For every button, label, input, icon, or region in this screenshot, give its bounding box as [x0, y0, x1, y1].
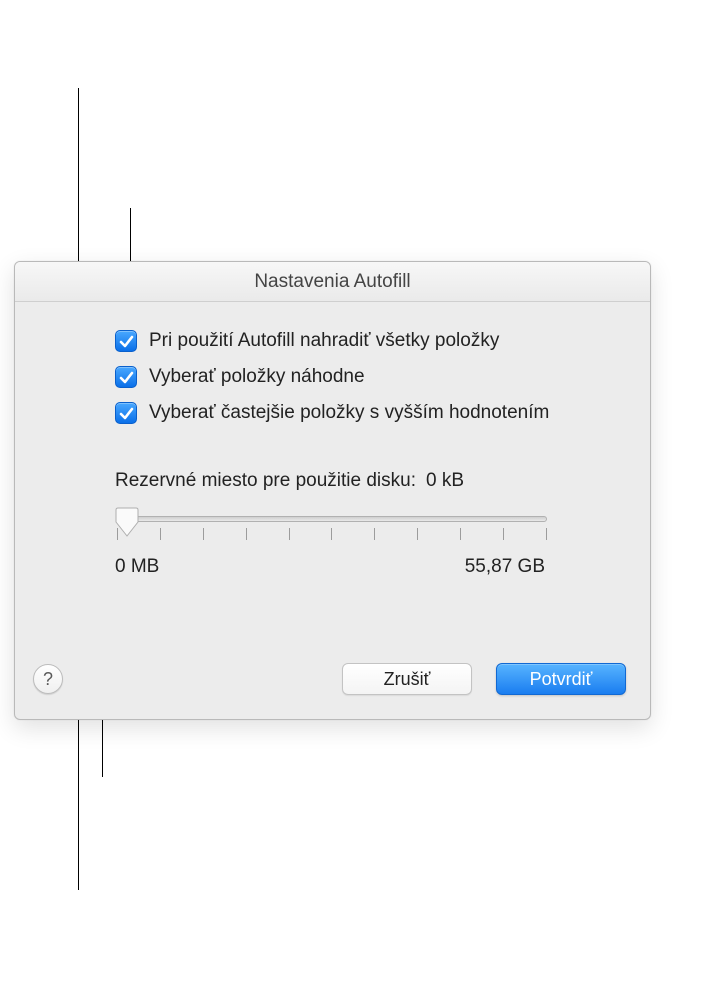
- checkbox-label-higher-rated: Vyberať častejšie položky s vyšším hodno…: [149, 402, 549, 424]
- checkbox-random[interactable]: [115, 366, 137, 388]
- cancel-button[interactable]: Zrušiť: [342, 663, 472, 695]
- autofill-settings-dialog: Nastavenia Autofill Pri použití Autofill…: [14, 261, 651, 720]
- confirm-label: Potvrdiť: [530, 669, 593, 690]
- slider-min-label: 0 MB: [115, 556, 159, 578]
- checkbox-row-replace-all[interactable]: Pri použití Autofill nahradiť všetky pol…: [115, 330, 606, 352]
- checkbox-replace-all[interactable]: [115, 330, 137, 352]
- confirm-button[interactable]: Potvrdiť: [496, 663, 626, 695]
- dialog-title: Nastavenia Autofill: [254, 271, 410, 293]
- reserve-space-block: Rezervné miesto pre použitie disku: 0 kB…: [115, 470, 606, 578]
- checkmark-icon: [119, 334, 134, 349]
- cancel-label: Zrušiť: [384, 669, 431, 690]
- slider-range-labels: 0 MB 55,87 GB: [115, 556, 545, 578]
- reserve-space-label: Rezervné miesto pre použitie disku:: [115, 470, 416, 492]
- checkbox-higher-rated[interactable]: [115, 402, 137, 424]
- checkmark-icon: [119, 406, 134, 421]
- dialog-content: Pri použití Autofill nahradiť všetky pol…: [15, 302, 650, 598]
- checkbox-row-random[interactable]: Vyberať položky náhodne: [115, 366, 606, 388]
- slider-max-label: 55,87 GB: [465, 556, 545, 578]
- slider-ticks: [117, 528, 547, 540]
- reserve-space-slider[interactable]: [117, 510, 547, 546]
- checkbox-label-replace-all: Pri použití Autofill nahradiť všetky pol…: [149, 330, 499, 352]
- dialog-titlebar: Nastavenia Autofill: [15, 262, 650, 302]
- checkbox-label-random: Vyberať položky náhodne: [149, 366, 365, 388]
- slider-track: [117, 516, 547, 522]
- help-button[interactable]: ?: [33, 664, 63, 694]
- dialog-footer: ? Zrušiť Potvrdiť: [33, 663, 626, 695]
- checkmark-icon: [119, 370, 134, 385]
- help-icon: ?: [43, 669, 53, 690]
- reserve-space-value: 0 kB: [426, 470, 464, 492]
- checkbox-row-higher-rated[interactable]: Vyberať častejšie položky s vyšším hodno…: [115, 402, 606, 424]
